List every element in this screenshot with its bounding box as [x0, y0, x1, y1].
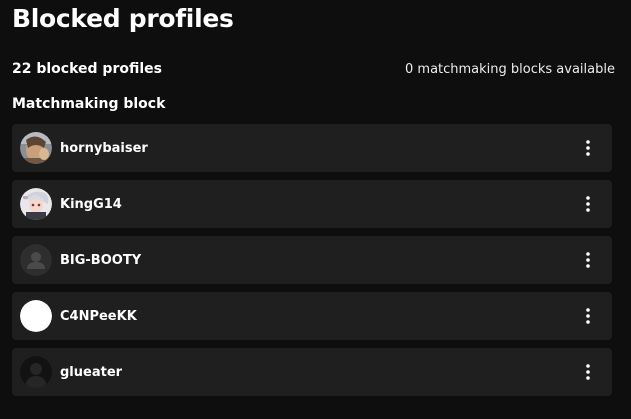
blocked-count: 22 blocked profiles [12, 61, 162, 77]
blocked-profile-row[interactable]: C4NPeeKK [12, 292, 612, 340]
page-title: Blocked profiles [12, 4, 234, 33]
blocked-profile-row[interactable]: KingG14 [12, 180, 612, 228]
more-vertical-icon[interactable] [576, 192, 600, 216]
summary-row: 22 blocked profiles 0 matchmaking blocks… [12, 59, 615, 79]
matchmaking-blocks-available: 0 matchmaking blocks available [405, 61, 615, 77]
more-vertical-icon[interactable] [576, 248, 600, 272]
blocked-profile-list: hornybaiser KingG14 BIG-BOOTY C4NPeeKK g… [12, 124, 612, 396]
blocked-profiles-page: Blocked profiles 22 blocked profiles 0 m… [0, 0, 631, 419]
profile-avatar [20, 244, 52, 276]
profile-avatar [20, 188, 52, 220]
profile-avatar [20, 356, 52, 388]
blocked-profile-row[interactable]: BIG-BOOTY [12, 236, 612, 284]
blocked-profile-row[interactable]: glueater [12, 348, 612, 396]
more-vertical-icon[interactable] [576, 360, 600, 384]
profile-username: BIG-BOOTY [60, 252, 142, 268]
more-vertical-icon[interactable] [576, 304, 600, 328]
profile-avatar [20, 300, 52, 332]
profile-username: hornybaiser [60, 140, 148, 156]
profile-username: C4NPeeKK [60, 308, 137, 324]
more-vertical-icon[interactable] [576, 136, 600, 160]
profile-avatar [20, 132, 52, 164]
profile-username: glueater [60, 364, 123, 380]
section-title: Matchmaking block [12, 96, 166, 112]
blocked-profile-row[interactable]: hornybaiser [12, 124, 612, 172]
profile-username: KingG14 [60, 196, 122, 212]
